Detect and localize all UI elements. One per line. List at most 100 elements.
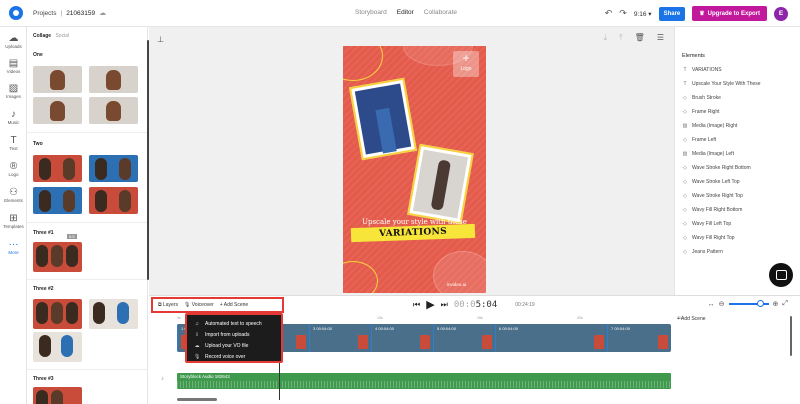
menu-icon[interactable]: ☰ xyxy=(657,33,664,43)
next-icon[interactable]: ⏭ xyxy=(441,300,448,310)
element-item[interactable]: ◇ Wave Stroke Left Top xyxy=(682,179,739,185)
project-id[interactable]: 21063159 xyxy=(66,10,95,17)
share-button[interactable]: Share xyxy=(658,6,686,21)
scene-clip[interactable]: 7 00:04:00 xyxy=(607,324,671,352)
collage-thumb[interactable] xyxy=(33,155,82,182)
zoom-out-icon[interactable]: ⊖ xyxy=(719,300,725,308)
collage-thumb[interactable] xyxy=(89,97,138,124)
element-label: Wavy Fill Left Top xyxy=(692,221,732,227)
scene-number: 5 xyxy=(437,326,440,331)
shape-icon: ◇ xyxy=(683,165,687,171)
element-item[interactable]: ◇ Brush Stroke xyxy=(682,95,721,101)
collage-thumb[interactable] xyxy=(33,187,82,214)
tab-storyboard[interactable]: Storyboard xyxy=(355,9,387,16)
rail-label: Uploads xyxy=(5,44,22,49)
element-item[interactable]: ▨ Media (Image) Left xyxy=(682,151,734,157)
menu-item-label: Upload your VO file xyxy=(205,342,249,349)
collage-thumb[interactable] xyxy=(33,66,82,93)
element-item[interactable]: ▨ Media (Image) Right xyxy=(682,123,738,129)
move-up-icon[interactable]: ⤒ xyxy=(619,33,623,43)
layers-button[interactable]: ⧉ Layers xyxy=(158,302,178,308)
audio-track[interactable]: Storyblock Audio 182643 xyxy=(177,373,671,389)
menu-item-record-vo[interactable]: 🎙 Record voice over xyxy=(187,351,281,362)
collage-thumb[interactable] xyxy=(33,387,82,404)
collage-thumb[interactable] xyxy=(89,155,138,182)
element-item[interactable]: ◇ Wavy Fill Left Top xyxy=(682,221,731,227)
rail-item-videos[interactable]: ▤ Videos xyxy=(0,58,27,74)
redo-icon[interactable]: ↷ xyxy=(619,8,627,19)
tts-icon: ♫ xyxy=(195,320,199,327)
expand-icon[interactable]: ⤢ xyxy=(782,300,788,308)
ruler-tick: 0s xyxy=(177,316,181,320)
delete-icon[interactable]: 🗑 xyxy=(635,33,645,43)
layout-tool-icon[interactable]: ⊥ xyxy=(157,35,164,44)
zoom-slider-handle[interactable] xyxy=(756,300,764,307)
collage-thumb[interactable] xyxy=(89,299,138,329)
element-label: Media (Image) Left xyxy=(692,151,734,157)
menu-item-import-uploads[interactable]: ⇩ Import from uploads xyxy=(187,329,281,340)
voiceover-button[interactable]: 🎙 Voiceover xyxy=(184,302,214,308)
tab-collage[interactable]: Collage xyxy=(33,33,51,39)
add-scene-button[interactable]: + Add Scene xyxy=(220,302,249,308)
element-item[interactable]: ◇ Jeans Pattern xyxy=(682,249,723,255)
zoom-in-icon[interactable]: ⊕ xyxy=(773,300,779,308)
element-item[interactable]: ◇ Wave Stroke Right Bottom xyxy=(682,165,751,171)
element-item[interactable]: ◇ Wavy Fill Right Bottom xyxy=(682,207,742,213)
chat-support-button[interactable] xyxy=(769,263,793,287)
aspect-ratio-selector[interactable]: 9:16 ▾ xyxy=(634,10,652,18)
tab-social[interactable]: Social xyxy=(55,33,69,39)
fit-icon[interactable]: ↔ xyxy=(708,301,715,308)
avatar[interactable]: E xyxy=(774,6,788,21)
scene-clip[interactable]: 3 00:04:00 xyxy=(309,324,371,352)
element-item[interactable]: T VARIATIONS xyxy=(682,67,721,73)
tab-collaborate[interactable]: Collaborate xyxy=(424,9,457,16)
rail-item-more[interactable]: ··· More xyxy=(0,239,27,255)
rail-item-images[interactable]: ▨ Images xyxy=(0,83,27,99)
move-down-icon[interactable]: ⤓ xyxy=(604,33,608,43)
collage-thumb[interactable] xyxy=(89,187,138,214)
element-item[interactable]: ◇ Frame Left xyxy=(682,137,716,143)
scene-clip[interactable]: 5 00:04:00 xyxy=(433,324,495,352)
element-item[interactable]: ◇ Wave Stroke Right Top xyxy=(682,193,743,199)
logo-placeholder[interactable]: + Logo xyxy=(453,51,479,77)
previous-icon[interactable]: ⏮ xyxy=(413,300,420,310)
add-scene-right-button[interactable]: + Add Scene xyxy=(677,316,706,322)
timeline-vertical-scrollbar[interactable] xyxy=(790,316,792,356)
shape-icon: ◇ xyxy=(683,95,687,101)
tab-editor[interactable]: Editor xyxy=(397,9,414,16)
canvas-toolbar: ⤓ ⤒ 🗑 ☰ xyxy=(604,33,664,43)
menu-item-tts[interactable]: ♫ Automated text to speech xyxy=(187,318,281,329)
zoom-slider[interactable] xyxy=(728,300,769,307)
rail-item-uploads[interactable]: ☁ Uploads xyxy=(0,33,27,49)
collage-thumb[interactable] xyxy=(33,299,82,329)
upgrade-to-export-button[interactable]: ♛ Upgrade to Export xyxy=(692,6,767,21)
collage-thumb[interactable] xyxy=(89,66,138,93)
rail-item-templates[interactable]: ⊞ Templates xyxy=(0,213,27,229)
menu-item-upload-vo[interactable]: ☁ Upload your VO file xyxy=(187,340,281,351)
rail-item-elements[interactable]: ⚇ Elements xyxy=(0,187,27,203)
rail-item-music[interactable]: ♪ Music xyxy=(0,109,27,125)
element-item[interactable]: ◇ Wavy Fill Right Top xyxy=(682,235,734,241)
left-rail: ☁ Uploads ▤ Videos ▨ Images ♪ Music T Text ® L… xyxy=(0,27,27,404)
shape-icon: ◇ xyxy=(683,249,687,255)
rail-item-logo[interactable]: ® Logo xyxy=(0,161,27,177)
collage-thumb[interactable] xyxy=(33,332,82,362)
play-icon[interactable]: ▶ xyxy=(426,298,434,311)
rail-item-text[interactable]: T Text xyxy=(0,135,27,151)
collage-thumb[interactable] xyxy=(33,97,82,124)
menu-item-label: Import from uploads xyxy=(205,331,250,338)
undo-icon[interactable]: ↶ xyxy=(605,8,613,19)
element-item[interactable]: ◇ Frame Right xyxy=(682,109,719,115)
breadcrumb-projects[interactable]: Projects xyxy=(33,10,56,17)
collage-thumb[interactable] xyxy=(33,242,82,272)
app-logo[interactable] xyxy=(9,6,23,20)
top-actions: ↶ ↷ 9:16 ▾ Share ♛ Upgrade to Export E xyxy=(605,6,788,21)
design-canvas[interactable]: + Logo Upscale your style with these VAR… xyxy=(343,46,486,293)
scene-clip[interactable]: 4 00:04:00 xyxy=(371,324,433,352)
element-item[interactable]: T Upscale Your Style With These xyxy=(682,81,760,87)
scene-duration: 00:04:00 xyxy=(378,326,394,331)
image-icon: ▨ xyxy=(8,83,19,94)
image-icon: ▨ xyxy=(682,123,688,129)
scene-clip[interactable]: 6 00:04:00 xyxy=(495,324,607,352)
timeline-horizontal-scrollbar[interactable] xyxy=(177,398,217,401)
